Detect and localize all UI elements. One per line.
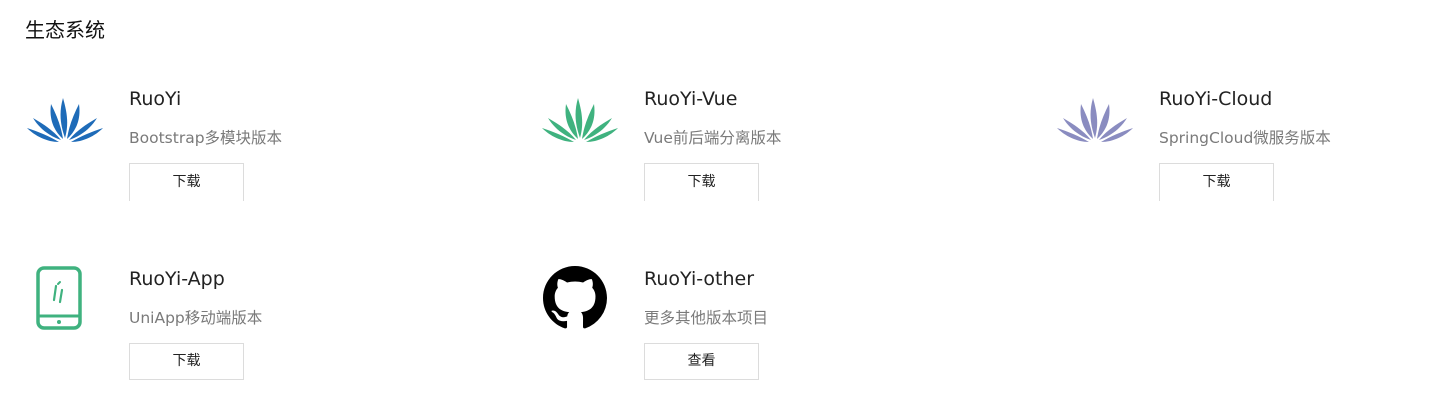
project-card-ruoyi-app: RuoYi-App UniApp移动端版本 下载 bbox=[25, 266, 445, 396]
view-button[interactable]: 查看 bbox=[644, 343, 759, 380]
project-name: RuoYi-Cloud bbox=[1159, 88, 1273, 110]
project-card-ruoyi-cloud: RuoYi-Cloud SpringCloud微服务版本 下载 bbox=[1055, 86, 1436, 216]
project-name: RuoYi-other bbox=[644, 268, 755, 290]
download-button[interactable]: 下载 bbox=[1159, 163, 1274, 201]
lotus-green-icon bbox=[540, 86, 620, 156]
download-button[interactable]: 下载 bbox=[644, 163, 759, 201]
project-description: UniApp移动端版本 bbox=[129, 309, 263, 327]
project-description: 更多其他版本项目 bbox=[644, 309, 769, 327]
mobile-phone-icon bbox=[25, 266, 105, 336]
project-card-ruoyi-other: RuoYi-other 更多其他版本项目 查看 bbox=[540, 266, 960, 396]
section-title: 生态系统 bbox=[25, 18, 105, 42]
lotus-purple-icon bbox=[1055, 86, 1135, 156]
project-name: RuoYi bbox=[129, 88, 182, 110]
project-description: Bootstrap多模块版本 bbox=[129, 129, 283, 147]
download-button[interactable]: 下载 bbox=[129, 343, 244, 380]
project-description: Vue前后端分离版本 bbox=[644, 129, 782, 147]
project-description: SpringCloud微服务版本 bbox=[1159, 129, 1331, 147]
project-name: RuoYi-Vue bbox=[644, 88, 738, 110]
project-card-ruoyi: RuoYi Bootstrap多模块版本 下载 bbox=[25, 86, 445, 216]
download-button[interactable]: 下载 bbox=[129, 163, 244, 201]
github-icon bbox=[540, 266, 620, 336]
project-card-ruoyi-vue: RuoYi-Vue Vue前后端分离版本 下载 bbox=[540, 86, 960, 216]
lotus-blue-icon bbox=[25, 86, 105, 156]
project-name: RuoYi-App bbox=[129, 268, 225, 290]
